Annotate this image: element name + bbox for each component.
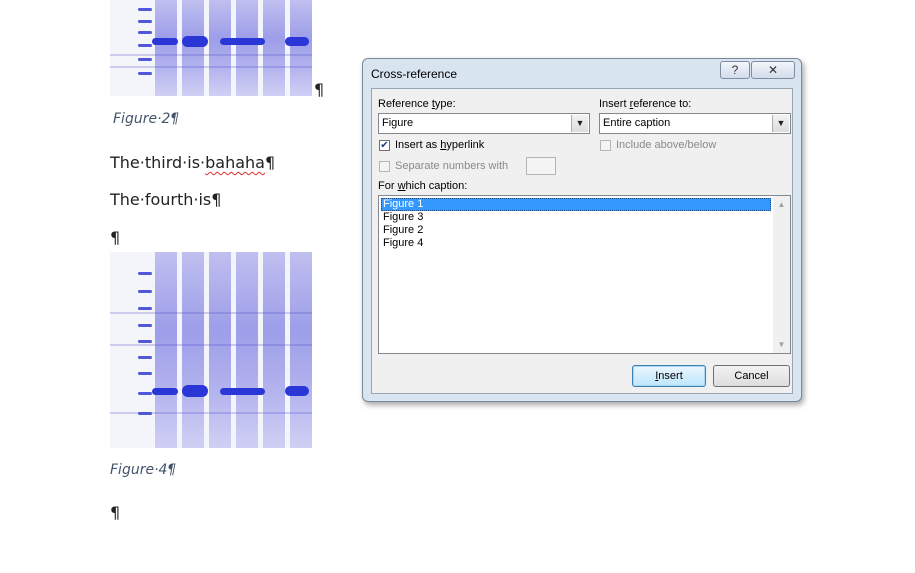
separate-numbers-label: Separate numbers with xyxy=(395,160,509,172)
close-icon[interactable]: ✕ xyxy=(751,61,795,79)
insert-reference-to-select[interactable]: Entire caption ▼ xyxy=(599,113,791,134)
scroll-up-icon[interactable]: ▲ xyxy=(773,196,790,213)
insert-reference-to-value: Entire caption xyxy=(603,117,671,129)
insert-reference-to-label: Insert reference to: xyxy=(599,98,692,110)
reference-type-value: Figure xyxy=(382,117,414,129)
empty-paragraph: ¶ xyxy=(110,228,121,247)
cross-reference-dialog: Cross-reference ? ✕ Reference type: Figu… xyxy=(362,58,802,402)
include-above-below-label: Include above/below xyxy=(616,139,717,151)
reference-type-select[interactable]: Figure ▼ xyxy=(378,113,590,134)
include-above-below-checkbox[interactable] xyxy=(600,140,611,151)
chevron-down-icon[interactable]: ▼ xyxy=(571,115,588,132)
separate-numbers-checkbox[interactable] xyxy=(379,161,390,172)
paragraph-third: The·third·is·bahaha¶ xyxy=(110,153,275,172)
paragraph-mark: ¶ xyxy=(264,153,276,172)
gel-image-bottom xyxy=(110,252,312,448)
image-paragraph-mark: ¶ xyxy=(314,80,325,99)
list-item[interactable]: Figure 3 xyxy=(381,211,771,224)
dialog-titlebar[interactable]: Cross-reference ? ✕ xyxy=(363,59,801,87)
help-icon[interactable]: ? xyxy=(720,61,750,79)
list-item[interactable]: Figure 4 xyxy=(381,237,771,250)
separate-numbers-input[interactable] xyxy=(526,157,556,175)
cancel-button[interactable]: Cancel xyxy=(713,365,790,387)
insert-hyperlink-checkbox[interactable]: ✔ xyxy=(379,140,390,151)
paragraph-third-text: The·third·is· xyxy=(110,153,206,172)
insert-button[interactable]: Insert xyxy=(632,365,706,387)
figure-caption-4: Figure·4¶ xyxy=(110,462,177,478)
list-item[interactable]: Figure 1 xyxy=(381,198,771,211)
misspelled-word[interactable]: bahaha xyxy=(205,153,265,172)
list-item[interactable]: Figure 2 xyxy=(381,224,771,237)
reference-type-label: Reference type: xyxy=(378,98,456,110)
trailing-paragraph-mark: ¶ xyxy=(110,503,121,522)
for-which-caption-label: For which caption: xyxy=(378,180,468,192)
caption-list-scrollbar[interactable]: ▲ ▼ xyxy=(773,196,790,353)
gel-image-top xyxy=(110,0,312,96)
chevron-down-icon[interactable]: ▼ xyxy=(772,115,789,132)
insert-hyperlink-label[interactable]: Insert as hyperlink xyxy=(395,139,484,151)
caption-listbox[interactable]: Figure 1 Figure 3 Figure 2 Figure 4 ▲ ▼ xyxy=(378,195,791,354)
figure-caption-2: Figure·2¶ xyxy=(113,111,180,127)
scroll-down-icon[interactable]: ▼ xyxy=(773,336,790,353)
dialog-title: Cross-reference xyxy=(371,67,458,81)
dialog-content: Reference type: Figure ▼ Insert referenc… xyxy=(371,88,793,394)
paragraph-fourth: The·fourth·is¶ xyxy=(110,190,222,209)
